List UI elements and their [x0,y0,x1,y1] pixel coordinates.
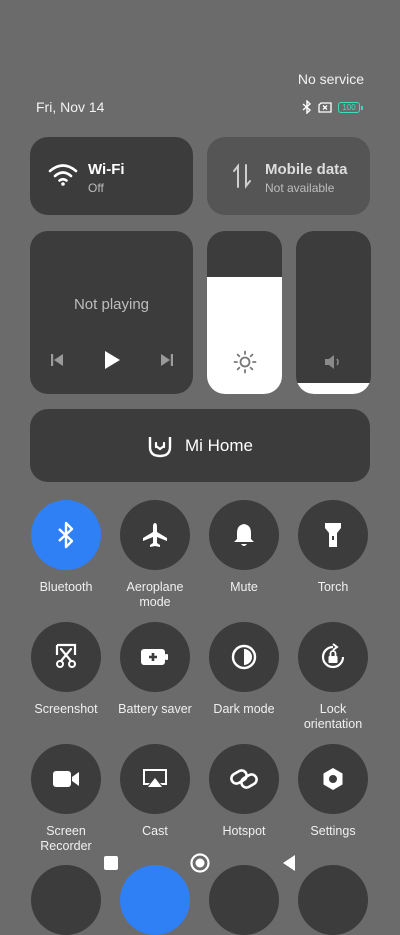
brightness-slider[interactable] [207,231,282,394]
mobile-data-icon [233,163,251,189]
toggle-hotspot[interactable]: Hotspot [204,744,284,839]
settings-toggle-button[interactable] [298,744,368,814]
battery-level: 100 [342,102,356,112]
mobile-data-status: Not available [265,181,335,195]
toggle-label: Lock orientation [303,702,363,731]
mute-toggle-button[interactable] [209,500,279,570]
battery-saver-icon [141,649,168,665]
mi-home-button[interactable]: Mi Home [30,409,370,482]
toggle-torch[interactable]: Torch [293,500,373,595]
toggle-label: Cast [142,824,168,838]
battery-saver-toggle-button[interactable] [120,622,190,692]
no-sim-icon [318,101,332,113]
dark-mode-toggle-button[interactable] [209,622,279,692]
play-icon[interactable] [102,349,122,371]
toggle-mute[interactable]: Mute [204,500,284,595]
toggle-cast[interactable]: Cast [115,744,195,839]
carrier-status: No service [297,71,364,87]
next-track-icon[interactable] [159,352,175,368]
speaker-icon [325,355,339,369]
mi-home-icon [148,436,172,457]
link-icon [230,769,258,789]
toggle-screenshot[interactable]: Screenshot [26,622,106,717]
status-icons: 100 [302,99,363,115]
screen-recorder-toggle-button[interactable] [31,744,101,814]
mobile-data-title: Mobile data [265,161,348,178]
bluetooth-icon [302,100,312,114]
previous-track-icon[interactable] [49,352,65,368]
brightness-fill [207,276,282,394]
volume-fill [296,382,371,394]
torch-toggle-button[interactable] [298,500,368,570]
recents-icon[interactable] [103,855,119,871]
wifi-title: Wi-Fi [88,161,125,178]
toggle-bluetooth[interactable]: Bluetooth [26,500,106,595]
battery-icon: 100 [338,101,363,113]
toggle-label: Torch [317,580,349,594]
toggle-label: Settings [310,824,356,838]
wifi-status: Off [88,181,104,195]
cast-icon [143,769,167,787]
bell-icon [234,524,254,546]
navigation-bar [0,845,400,881]
toggle-lock-orientation[interactable]: Lock orientation [293,622,373,732]
media-player-tile: Not playing [30,231,193,394]
mi-home-label: Mi Home [184,435,253,455]
toggle-label: Bluetooth [39,580,93,594]
toggle-screen-recorder[interactable]: Screen Recorder [26,744,106,854]
dark-mode-icon [231,644,257,670]
toggle-label: Screenshot [34,702,98,716]
hotspot-toggle-button[interactable] [209,744,279,814]
mobile-data-tile[interactable]: Mobile data Not available [207,137,370,215]
toggle-battery-saver[interactable]: Battery saver [115,622,195,717]
wifi-tile[interactable]: Wi-Fi Off [30,137,193,215]
screenshot-toggle-button[interactable] [31,622,101,692]
toggle-label: Hotspot [222,824,266,838]
airplane-icon [143,523,167,547]
bluetooth-icon [58,521,74,549]
wifi-icon [48,164,78,186]
toggle-settings[interactable]: Settings [293,744,373,839]
toggle-label: Dark mode [213,702,275,716]
toggle-label: Aeroplane mode [126,580,184,609]
volume-slider[interactable] [296,231,371,394]
bluetooth-toggle-button[interactable] [31,500,101,570]
brightness-icon [233,350,257,374]
cast-toggle-button[interactable] [120,744,190,814]
toggle-dark-mode[interactable]: Dark mode [204,622,284,717]
date-label: Fri, Nov 14 [36,99,105,115]
media-status: Not playing [73,296,150,313]
back-icon[interactable] [281,854,297,872]
screenshot-icon [55,643,77,668]
video-camera-icon [53,771,79,787]
lock-orientation-toggle-button[interactable] [298,622,368,692]
flashlight-icon [325,523,341,547]
toggle-label: Mute [230,580,258,594]
toggle-label: Battery saver [118,702,192,716]
toggle-aeroplane-mode[interactable]: Aeroplane mode [115,500,195,610]
lock-rotation-icon [321,643,345,669]
home-icon[interactable] [189,852,211,874]
settings-icon [323,768,343,790]
aeroplane-toggle-button[interactable] [120,500,190,570]
